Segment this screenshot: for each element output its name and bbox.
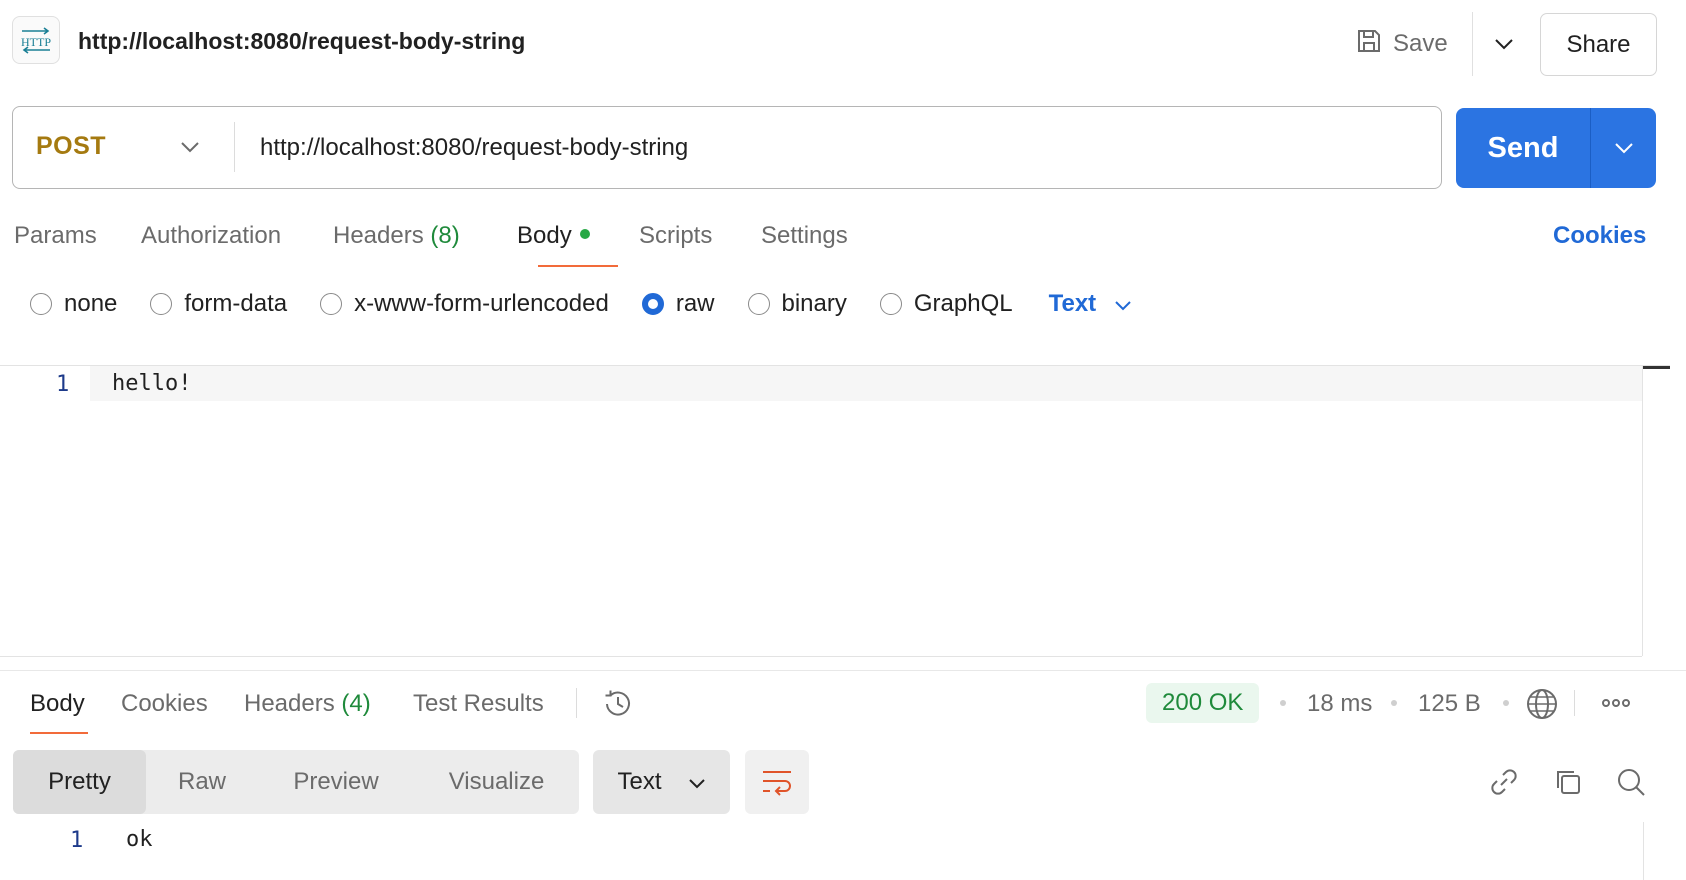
response-time[interactable]: 18 ms xyxy=(1307,690,1372,718)
save-options-chevron-icon[interactable] xyxy=(1482,22,1526,66)
response-format-dropdown[interactable]: Text xyxy=(593,750,730,814)
tab-scripts[interactable]: Scripts xyxy=(639,222,712,250)
radio-urlencoded[interactable]: x-www-form-urlencoded xyxy=(320,290,609,318)
globe-icon[interactable] xyxy=(1524,686,1560,722)
url-input[interactable] xyxy=(260,128,1420,168)
tab-headers[interactable]: Headers (8) xyxy=(333,222,460,250)
response-tab-headers-label: Headers xyxy=(244,690,335,717)
response-tab-test-results[interactable]: Test Results xyxy=(413,690,544,718)
radio-binary-label: binary xyxy=(781,290,847,317)
view-preview-button[interactable]: Preview xyxy=(258,750,414,814)
response-tab-cookies[interactable]: Cookies xyxy=(121,690,208,718)
save-label: Save xyxy=(1393,30,1448,57)
http-badge-text: HTTP xyxy=(21,35,51,49)
save-icon xyxy=(1355,27,1383,62)
radio-binary[interactable]: binary xyxy=(747,290,847,318)
link-icon[interactable] xyxy=(1484,762,1524,802)
radio-raw-label: raw xyxy=(675,290,715,317)
tab-headers-count: (8) xyxy=(430,222,460,249)
save-button[interactable]: Save xyxy=(1355,20,1448,68)
radio-circle xyxy=(320,293,343,315)
cookies-link[interactable]: Cookies xyxy=(1553,222,1646,250)
copy-icon[interactable] xyxy=(1548,762,1588,802)
tab-body-label: Body xyxy=(517,222,572,249)
active-line-highlight xyxy=(90,366,1642,401)
radio-form-data-label: form-data xyxy=(184,290,288,317)
view-visualize-button[interactable]: Visualize xyxy=(414,750,579,814)
method-chevron-down-icon[interactable] xyxy=(175,132,205,162)
chevron-down-icon xyxy=(688,768,706,796)
body-format-dropdown[interactable]: Text xyxy=(1049,290,1133,318)
send-button-group: Send xyxy=(1456,108,1656,188)
tab-params[interactable]: Params xyxy=(14,222,97,250)
response-size[interactable]: 125 B xyxy=(1418,690,1481,718)
radio-raw[interactable]: raw xyxy=(641,290,715,318)
request-title[interactable]: http://localhost:8080/request-body-strin… xyxy=(78,28,525,55)
active-tab-indicator xyxy=(538,265,618,267)
more-options-icon[interactable] xyxy=(1598,690,1634,716)
view-raw-button[interactable]: Raw xyxy=(146,750,258,814)
tab-body[interactable]: Body xyxy=(517,222,590,250)
chevron-down-icon xyxy=(1114,290,1132,318)
tab-headers-label: Headers xyxy=(333,222,424,249)
body-modified-indicator xyxy=(579,228,590,239)
share-button[interactable]: Share xyxy=(1540,13,1657,76)
divider xyxy=(1574,690,1575,716)
radio-circle xyxy=(879,293,902,315)
scrollbar[interactable] xyxy=(1642,366,1643,656)
radio-none-label: none xyxy=(64,290,118,317)
radio-urlencoded-label: x-www-form-urlencoded xyxy=(354,290,609,317)
body-type-selector: none form-data x-www-form-urlencoded raw… xyxy=(30,290,1132,318)
radio-graphql[interactable]: GraphQL xyxy=(879,290,1013,318)
request-body-editor[interactable]: hello! xyxy=(112,371,191,396)
radio-none[interactable]: none xyxy=(30,290,117,318)
response-format-label: Text xyxy=(617,768,662,795)
send-options-chevron-down-icon[interactable] xyxy=(1591,108,1656,188)
body-format-label: Text xyxy=(1048,290,1097,317)
word-wrap-icon[interactable] xyxy=(745,750,809,814)
separator-dot xyxy=(1391,700,1397,706)
send-button[interactable]: Send xyxy=(1456,108,1590,188)
http-icon: HTTP xyxy=(12,16,60,64)
history-icon[interactable] xyxy=(600,686,636,722)
search-icon[interactable] xyxy=(1611,762,1651,802)
response-tab-body[interactable]: Body xyxy=(30,690,85,718)
scrollbar-thumb[interactable] xyxy=(1643,366,1670,369)
line-number: 1 xyxy=(70,828,84,853)
response-tab-headers-count: (4) xyxy=(341,690,371,717)
status-badge[interactable]: 200 OK xyxy=(1146,683,1260,723)
response-view-selector: Pretty Raw Preview Visualize xyxy=(13,750,579,814)
radio-circle-selected xyxy=(641,293,664,315)
radio-circle xyxy=(747,293,770,315)
divider xyxy=(1472,12,1473,76)
response-tab-headers[interactable]: Headers (4) xyxy=(244,690,371,718)
radio-graphql-label: GraphQL xyxy=(913,290,1013,317)
divider xyxy=(576,688,577,718)
line-number: 1 xyxy=(56,372,70,397)
scrollbar[interactable] xyxy=(1643,822,1644,880)
divider xyxy=(0,656,1642,657)
method-selector[interactable]: POST xyxy=(36,132,106,161)
view-pretty-button[interactable]: Pretty xyxy=(13,750,146,814)
radio-circle xyxy=(30,293,52,315)
divider xyxy=(234,122,235,172)
pane-resize-handle[interactable] xyxy=(0,670,1686,671)
response-body-content[interactable]: ok xyxy=(126,827,153,852)
separator-dot xyxy=(1503,700,1509,706)
radio-form-data[interactable]: form-data xyxy=(150,290,287,318)
separator-dot xyxy=(1280,700,1286,706)
active-tab-indicator xyxy=(30,732,88,734)
tab-settings[interactable]: Settings xyxy=(761,222,848,250)
radio-circle xyxy=(150,293,173,315)
tab-authorization[interactable]: Authorization xyxy=(141,222,281,250)
